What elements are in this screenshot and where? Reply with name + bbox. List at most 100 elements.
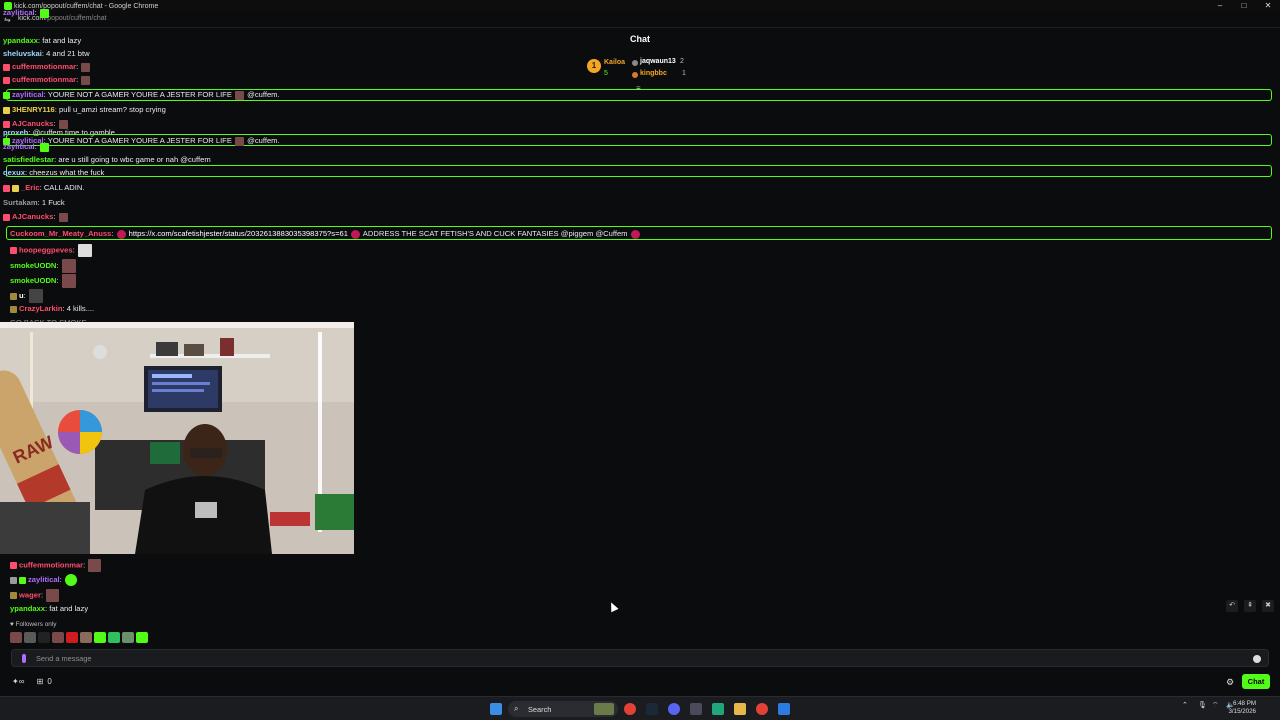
chat-username[interactable]: smokeUODN xyxy=(10,276,56,285)
start-windows-icon[interactable] xyxy=(490,703,502,715)
emote-icon[interactable] xyxy=(10,632,22,643)
chat-message: u: xyxy=(10,289,44,303)
chat-username[interactable]: ypandaxx xyxy=(3,36,38,45)
tray-chevron-icon[interactable]: ⌃ xyxy=(1182,701,1188,709)
chat-username[interactable]: Surtakam xyxy=(3,198,38,207)
chat-text: YOURE NOT A GAMER YOURE A JESTER FOR LIF… xyxy=(47,136,232,145)
chat-username[interactable]: u xyxy=(19,291,24,300)
chat-username[interactable]: sheluvskai xyxy=(3,49,42,58)
emote-icon[interactable] xyxy=(80,632,92,643)
chat-username[interactable]: cuffemmotionmar xyxy=(12,75,76,84)
badge-icon xyxy=(3,91,10,99)
emote-icon xyxy=(88,559,102,572)
chat-username[interactable]: CrazyLarkin xyxy=(19,304,62,313)
chat-username[interactable]: zaylitical xyxy=(28,575,60,584)
chrome-icon[interactable] xyxy=(624,703,636,715)
wifi-icon[interactable]: ⌔ xyxy=(1212,701,1219,710)
close-icon[interactable]: ✕ xyxy=(1256,0,1280,12)
emote-icon xyxy=(61,274,76,288)
emote-icon[interactable] xyxy=(38,632,50,643)
chat-title: Chat xyxy=(630,34,650,44)
leader-first-count: 5 xyxy=(604,70,608,77)
chat-message: wager: xyxy=(10,589,60,602)
emote-icon xyxy=(39,8,49,18)
chat-message: zaylitical: xyxy=(10,574,78,586)
file-explorer-icon[interactable] xyxy=(734,703,746,715)
chat-text: 4 and 21 btw xyxy=(46,49,90,58)
emote-icon xyxy=(81,62,91,72)
chat-username[interactable]: AJCanucks xyxy=(12,119,53,128)
chat-username[interactable]: wager xyxy=(19,591,41,600)
gift-leaderboard[interactable]: 1 Kailoa 5 jaqwaun13 2 kingbbc 1 xyxy=(586,58,706,82)
taskbar-clock[interactable]: 6:48 PM 3/15/2026 xyxy=(1228,700,1256,716)
chat-message: Cuckoom_Mr_Meaty_Anuss: https://x.com/sc… xyxy=(10,229,641,239)
chrome-icon[interactable] xyxy=(756,703,768,715)
chat-message: smokeUODN: xyxy=(10,274,77,288)
gift-count: 0 xyxy=(47,677,52,686)
chat-username[interactable]: ypandaxx xyxy=(10,604,45,613)
emote-icon[interactable] xyxy=(108,632,120,643)
app-icon[interactable] xyxy=(778,703,790,715)
emote-icon xyxy=(58,212,68,222)
chat-username[interactable]: zaylitical xyxy=(12,90,44,99)
emote-icon[interactable] xyxy=(94,632,106,643)
app-icon[interactable] xyxy=(712,703,724,715)
send-chat-button[interactable]: Chat xyxy=(1242,674,1270,689)
chat-username[interactable]: AJCanucks xyxy=(12,212,53,221)
address-bar[interactable]: ⇋ kick.com/popout/cuffem/chat xyxy=(0,12,1280,28)
badge-icon xyxy=(19,576,26,584)
message-input[interactable]: Send a message xyxy=(11,649,1269,667)
chat-text: fat and lazy xyxy=(49,604,89,613)
settings-gear-icon[interactable]: ⚙ xyxy=(1226,677,1234,688)
emote-icon[interactable] xyxy=(24,632,36,643)
emote-icon xyxy=(77,244,92,257)
leader-second-count: 2 xyxy=(680,58,684,65)
chat-username[interactable]: 3HENRY116 xyxy=(12,105,55,114)
emote-icon[interactable] xyxy=(52,632,64,643)
leader-third-name[interactable]: kingbbc xyxy=(640,70,667,77)
mouse-cursor xyxy=(607,600,619,613)
chat-text: 4 kills.... xyxy=(66,304,95,313)
chat-username[interactable]: smokeUODN xyxy=(10,261,56,270)
undo-icon[interactable]: ↶ xyxy=(1226,600,1238,612)
trash-icon[interactable]: ✖ xyxy=(1262,600,1274,612)
chat-mention[interactable]: @cuffem. xyxy=(247,90,279,99)
badge-icon xyxy=(3,213,10,221)
badge-icon xyxy=(3,106,10,114)
chat-username[interactable]: _Eric xyxy=(21,183,40,192)
minimize-icon[interactable]: – xyxy=(1208,0,1232,12)
discord-icon[interactable] xyxy=(668,703,680,715)
message-placeholder: Send a message xyxy=(36,654,92,663)
emote-icon[interactable] xyxy=(136,632,148,643)
chat-username[interactable]: qexux xyxy=(3,168,25,177)
chat-username[interactable]: cuffemmotionmar xyxy=(19,561,83,570)
emote-icon xyxy=(235,136,245,146)
badge-icon xyxy=(12,184,19,192)
steam-icon[interactable] xyxy=(646,703,658,715)
chat-username[interactable]: cuffemmotionmar xyxy=(12,62,76,71)
webcam-video[interactable]: RAW xyxy=(0,322,354,554)
clock-date: 3/15/2026 xyxy=(1228,708,1256,715)
emote-icon[interactable] xyxy=(122,632,134,643)
chat-text: 1 Fuck xyxy=(41,198,65,207)
points-icon[interactable]: ✦∞ xyxy=(12,677,24,686)
pin-icon[interactable]: ⇞ xyxy=(1244,600,1256,612)
chat-colon: : xyxy=(34,8,37,17)
leader-first-name[interactable]: Kailoa xyxy=(604,59,625,66)
badge-icon xyxy=(10,562,17,569)
chat-username[interactable]: hoopeggpeves xyxy=(19,246,73,255)
microphone-icon[interactable]: 🎙 xyxy=(1198,701,1207,709)
chat-username[interactable]: zaylitical xyxy=(3,8,35,17)
app-icon[interactable] xyxy=(690,703,702,715)
emoji-picker-icon[interactable] xyxy=(1253,655,1261,663)
chat-message: AJCanucks: xyxy=(3,212,69,222)
chat-mention[interactable]: @cuffem. xyxy=(247,136,279,145)
leader-second-name[interactable]: jaqwaun13 xyxy=(640,58,676,65)
chat-username[interactable]: Cuckoom_Mr_Meaty_Anuss xyxy=(10,229,111,238)
gift-icon[interactable]: ⊞ xyxy=(37,677,44,686)
chat-username[interactable]: zaylitical xyxy=(3,142,35,151)
emote-icon[interactable] xyxy=(66,632,78,643)
chat-link[interactable]: https://x.com/scafetishjester/status/203… xyxy=(129,229,348,238)
maximize-icon[interactable]: □ xyxy=(1232,0,1256,12)
chat-username[interactable]: satisfiedlestar xyxy=(3,155,54,164)
